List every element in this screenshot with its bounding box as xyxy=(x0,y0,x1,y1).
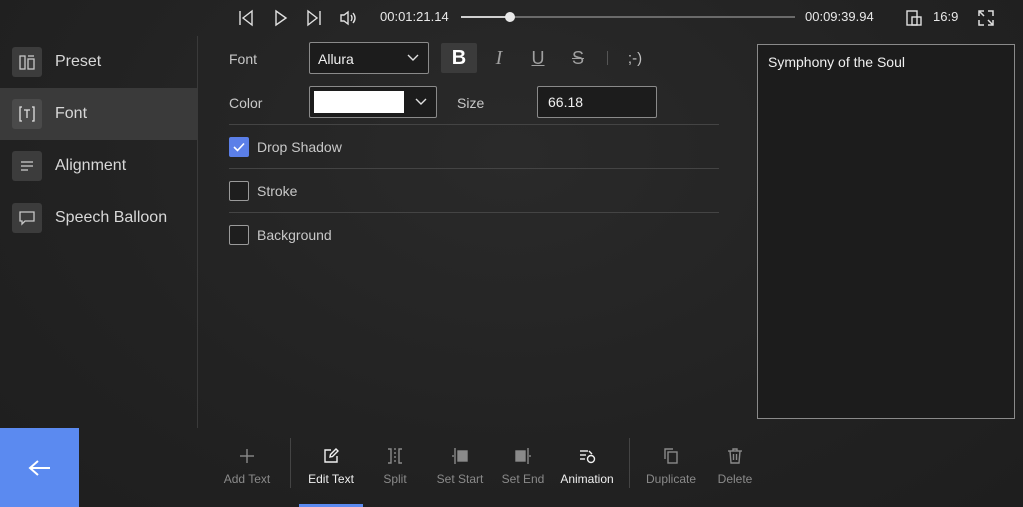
sidebar-item-label: Alignment xyxy=(55,157,127,174)
set-start-icon xyxy=(452,448,468,464)
arrow-left-icon xyxy=(27,459,50,476)
animation-button[interactable]: Animation xyxy=(557,440,617,507)
alignment-icon xyxy=(12,151,42,181)
toolbar-divider xyxy=(607,51,608,65)
delete-button[interactable]: Delete xyxy=(713,440,757,507)
italic-button[interactable]: I xyxy=(481,43,517,73)
delete-icon xyxy=(728,448,742,464)
sidebar-item-alignment[interactable]: Alignment xyxy=(0,140,198,192)
stroke-option[interactable]: Stroke xyxy=(229,180,297,202)
background-option[interactable]: Background xyxy=(229,224,332,246)
divider xyxy=(229,168,719,169)
set-end-button[interactable]: Set End xyxy=(498,440,548,507)
volume-button[interactable] xyxy=(336,6,360,30)
color-dropdown[interactable] xyxy=(309,86,437,118)
sidebar-item-label: Speech Balloon xyxy=(55,209,168,226)
background-checkbox[interactable] xyxy=(229,225,249,245)
speech-balloon-icon xyxy=(12,203,42,233)
aspect-ratio-icon xyxy=(906,10,922,26)
aspect-ratio-label: 16:9 xyxy=(933,9,959,24)
font-icon xyxy=(12,99,42,129)
skip-start-icon xyxy=(239,9,253,27)
stroke-label: Stroke xyxy=(257,183,298,199)
aspect-ratio-button[interactable] xyxy=(902,6,926,30)
split-button[interactable]: Split xyxy=(375,440,415,507)
text-input-area[interactable]: Symphony of the Soul xyxy=(757,44,1015,419)
fullscreen-icon xyxy=(978,10,994,26)
plus-icon xyxy=(240,449,254,463)
tool-label: Edit Text xyxy=(308,472,354,486)
sidebar-item-font[interactable]: Font xyxy=(0,88,198,140)
tool-label: Animation xyxy=(560,472,614,486)
font-label: Font xyxy=(229,51,258,67)
total-time: 00:09:39.94 xyxy=(805,9,874,24)
chevron-down-icon xyxy=(415,98,427,105)
strikethrough-icon: S xyxy=(571,47,584,68)
background-label: Background xyxy=(257,227,332,243)
tool-label: Add Text xyxy=(223,472,271,486)
play-icon xyxy=(275,9,288,27)
divider xyxy=(229,124,719,125)
font-dropdown[interactable]: Allura xyxy=(309,42,429,74)
animation-icon xyxy=(580,450,596,464)
tool-label: Duplicate xyxy=(645,472,697,486)
back-button[interactable] xyxy=(0,428,79,507)
split-icon xyxy=(388,448,402,464)
underline-button[interactable]: U xyxy=(520,43,556,73)
skip-end-icon xyxy=(307,9,321,27)
divider xyxy=(229,212,719,213)
toolbar-divider xyxy=(290,438,291,488)
set-start-button[interactable]: Set Start xyxy=(432,440,488,507)
skip-to-start-button[interactable] xyxy=(234,6,258,30)
edit-icon xyxy=(324,448,339,463)
text-content: Symphony of the Soul xyxy=(768,54,905,70)
tool-label: Set End xyxy=(501,472,545,486)
italic-icon: I xyxy=(495,46,503,69)
sidebar-item-preset[interactable]: Preset xyxy=(0,36,198,88)
volume-icon xyxy=(340,10,356,26)
seek-slider[interactable] xyxy=(461,12,795,22)
current-time: 00:01:21.14 xyxy=(380,9,449,24)
skip-to-end-button[interactable] xyxy=(302,6,326,30)
color-swatch xyxy=(314,91,404,113)
seek-thumb[interactable] xyxy=(505,12,516,22)
duplicate-icon xyxy=(664,448,678,464)
edit-text-button[interactable]: Edit Text xyxy=(299,440,363,507)
emoji-button[interactable]: ;-) xyxy=(617,43,653,73)
drop-shadow-checkbox[interactable] xyxy=(229,137,249,157)
font-dropdown-value: Allura xyxy=(318,51,354,67)
sidebar-item-label: Preset xyxy=(55,53,102,70)
drop-shadow-label: Drop Shadow xyxy=(257,139,342,155)
underline-icon: U xyxy=(531,47,545,68)
fullscreen-button[interactable] xyxy=(974,6,998,30)
emoji-icon: ;-) xyxy=(627,49,643,67)
seek-progress xyxy=(461,16,511,18)
add-text-button[interactable]: Add Text xyxy=(217,440,277,507)
duplicate-button[interactable]: Duplicate xyxy=(641,440,701,507)
stroke-checkbox[interactable] xyxy=(229,181,249,201)
size-input[interactable]: 66.18 xyxy=(537,86,657,118)
sidebar-item-label: Font xyxy=(55,105,88,122)
toolbar-divider xyxy=(629,438,630,488)
size-label: Size xyxy=(457,95,485,111)
player-bar: 00:01:21.14 00:09:39.94 16:9 xyxy=(0,0,1023,36)
color-label: Color xyxy=(229,95,263,111)
drop-shadow-option[interactable]: Drop Shadow xyxy=(229,136,342,158)
sidebar: Preset Font Alignment Speech Balloon xyxy=(0,36,198,428)
bold-icon: B xyxy=(451,46,467,69)
strikethrough-button[interactable]: S xyxy=(560,43,596,73)
tool-label: Delete xyxy=(717,472,753,486)
bold-button[interactable]: B xyxy=(441,43,477,73)
play-button[interactable] xyxy=(268,6,292,30)
tool-label: Split xyxy=(383,472,407,486)
chevron-down-icon xyxy=(407,54,419,61)
preset-icon xyxy=(12,47,42,77)
tool-label: Set Start xyxy=(436,472,484,486)
set-end-icon xyxy=(515,448,531,464)
sidebar-item-speech-balloon[interactable]: Speech Balloon xyxy=(0,192,198,244)
checkmark-icon xyxy=(233,142,245,152)
